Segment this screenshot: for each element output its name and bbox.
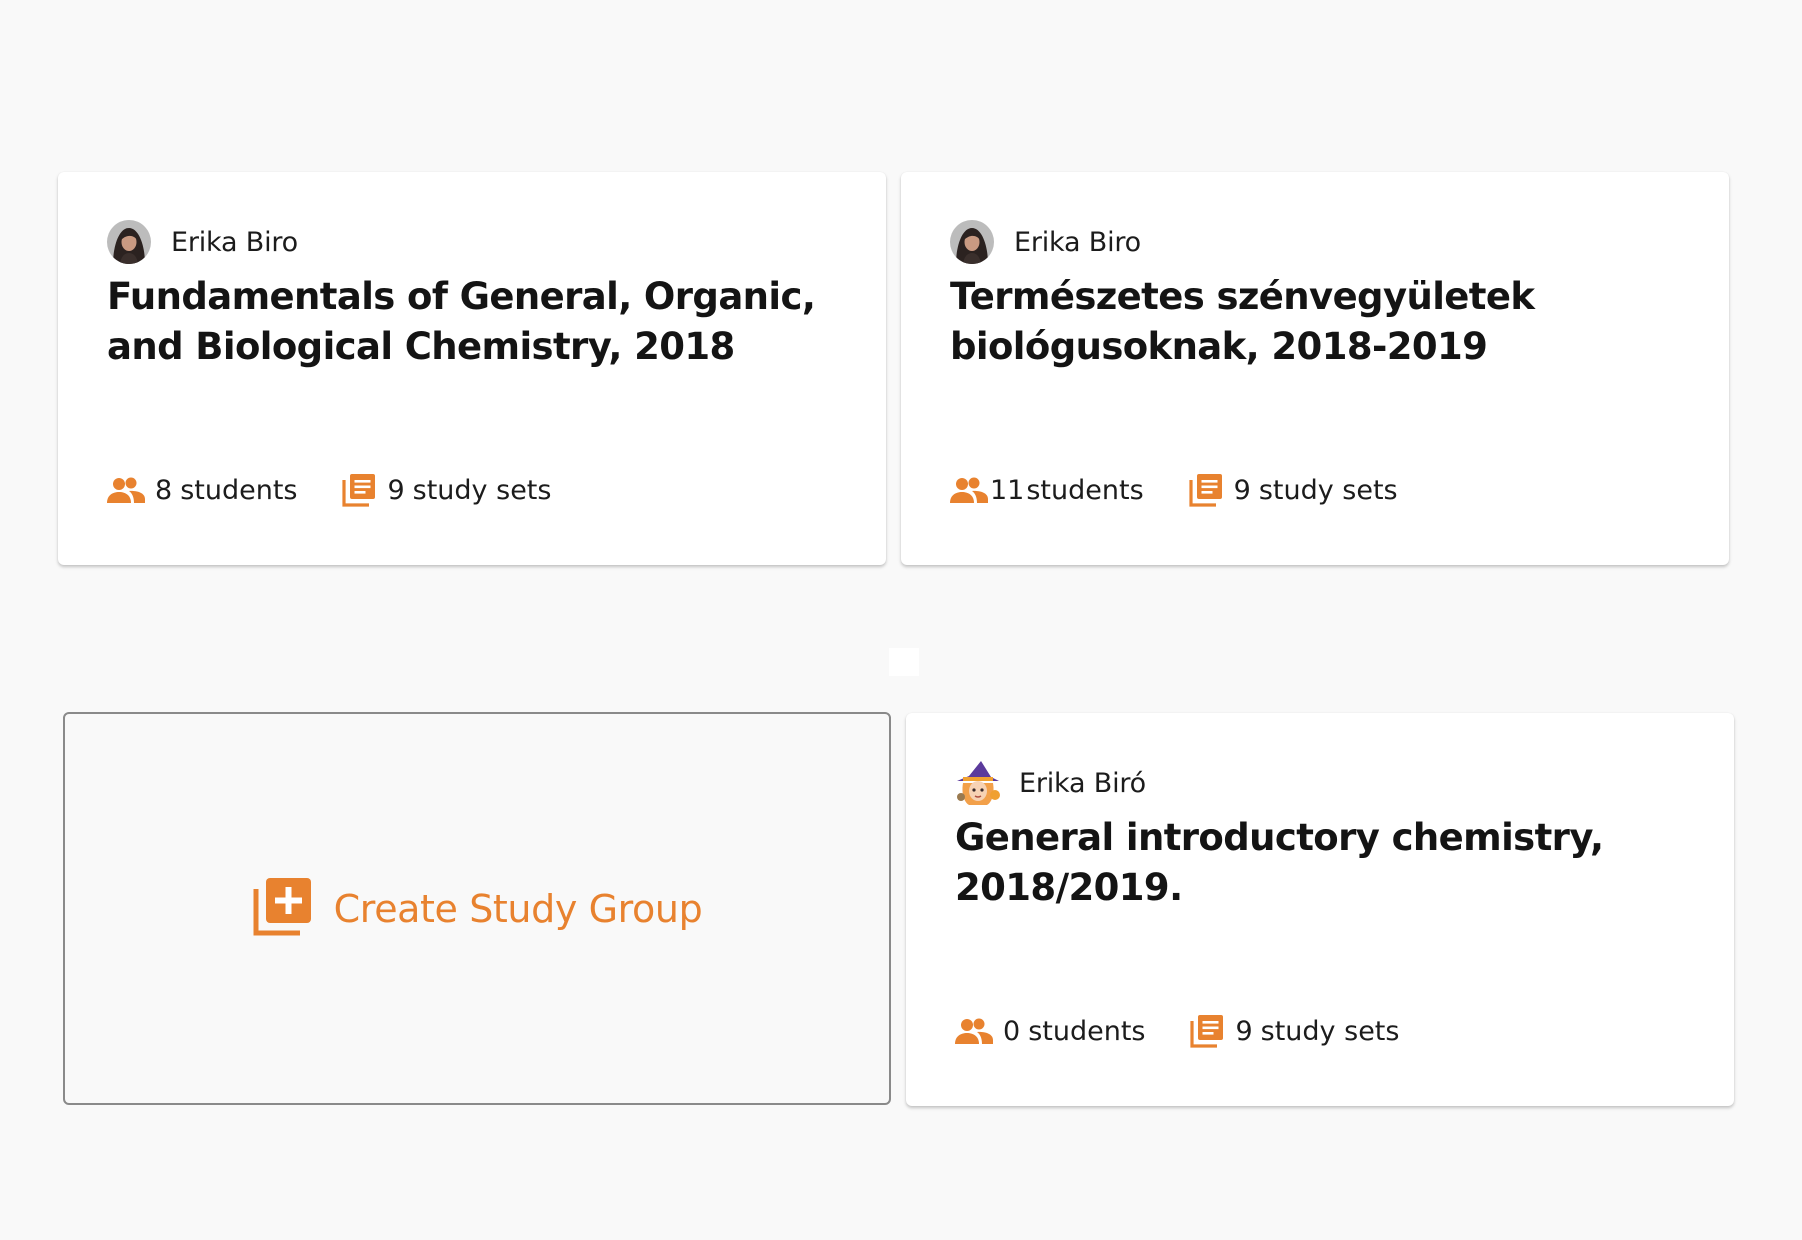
study-group-card[interactable]: Erika Biró General introductory chemistr… [906, 713, 1734, 1106]
group-title: General introductory chemistry, 2018/201… [955, 816, 1604, 909]
add-library-icon [252, 875, 314, 942]
study-sets-stat: 9 study sets [1189, 1013, 1399, 1049]
library-books-icon [1188, 472, 1224, 508]
students-stat: 11 students [950, 475, 1144, 506]
group-title: Természetes szénvegyületek biológusoknak… [950, 275, 1535, 368]
students-stat: 8 students [107, 475, 297, 506]
people-icon [107, 477, 145, 503]
study-sets-count: 9 [1233, 474, 1251, 506]
library-books-icon [1189, 1013, 1225, 1049]
group-title: Fundamentals of General, Organic, and Bi… [107, 275, 816, 368]
author-name: Erika Biro [1014, 226, 1142, 258]
study-sets-stat: 9 study sets [341, 472, 551, 508]
students-stat: 0 students [955, 1016, 1145, 1047]
create-study-group-content: Create Study Group [252, 875, 703, 942]
card-author: Erika Biro [950, 220, 1141, 264]
students-label: students [1028, 1015, 1146, 1047]
study-group-card[interactable]: Erika Biro Természetes szénvegyületek bi… [901, 172, 1729, 565]
students-count: 0 [1003, 1015, 1021, 1047]
group-stats: 8 students 9 study sets [107, 468, 551, 512]
group-stats: 0 students 9 study sets [955, 1009, 1399, 1053]
library-books-icon [341, 472, 377, 508]
card-author: Erika Biro [107, 220, 298, 264]
study-sets-stat: 9 study sets [1188, 472, 1398, 508]
study-sets-count: 9 [387, 474, 405, 506]
students-label: students [1026, 474, 1144, 506]
study-sets-label: study sets [412, 474, 552, 506]
students-count: 11 [990, 474, 1025, 506]
study-sets-label: study sets [1258, 474, 1398, 506]
people-icon [950, 477, 988, 503]
people-icon [955, 1018, 993, 1044]
students-count: 8 [155, 474, 173, 506]
author-avatar [107, 220, 151, 264]
study-group-card[interactable]: Erika Biro Fundamentals of General, Orga… [58, 172, 886, 565]
students-label: students [180, 474, 298, 506]
card-author: Erika Biró [955, 761, 1146, 805]
create-study-group-button[interactable]: Create Study Group [63, 712, 891, 1105]
author-name: Erika Biro [171, 226, 299, 258]
create-study-group-label: Create Study Group [333, 886, 703, 931]
group-stats: 11 students 9 study sets [950, 468, 1398, 512]
author-avatar [955, 761, 1000, 805]
study-sets-label: study sets [1260, 1015, 1400, 1047]
author-avatar [950, 220, 994, 264]
study-groups-page: Erika Biro Fundamentals of General, Orga… [0, 0, 1802, 1240]
loading-placeholder [889, 648, 919, 676]
author-name: Erika Biró [1019, 767, 1147, 799]
study-sets-count: 9 [1235, 1015, 1253, 1047]
